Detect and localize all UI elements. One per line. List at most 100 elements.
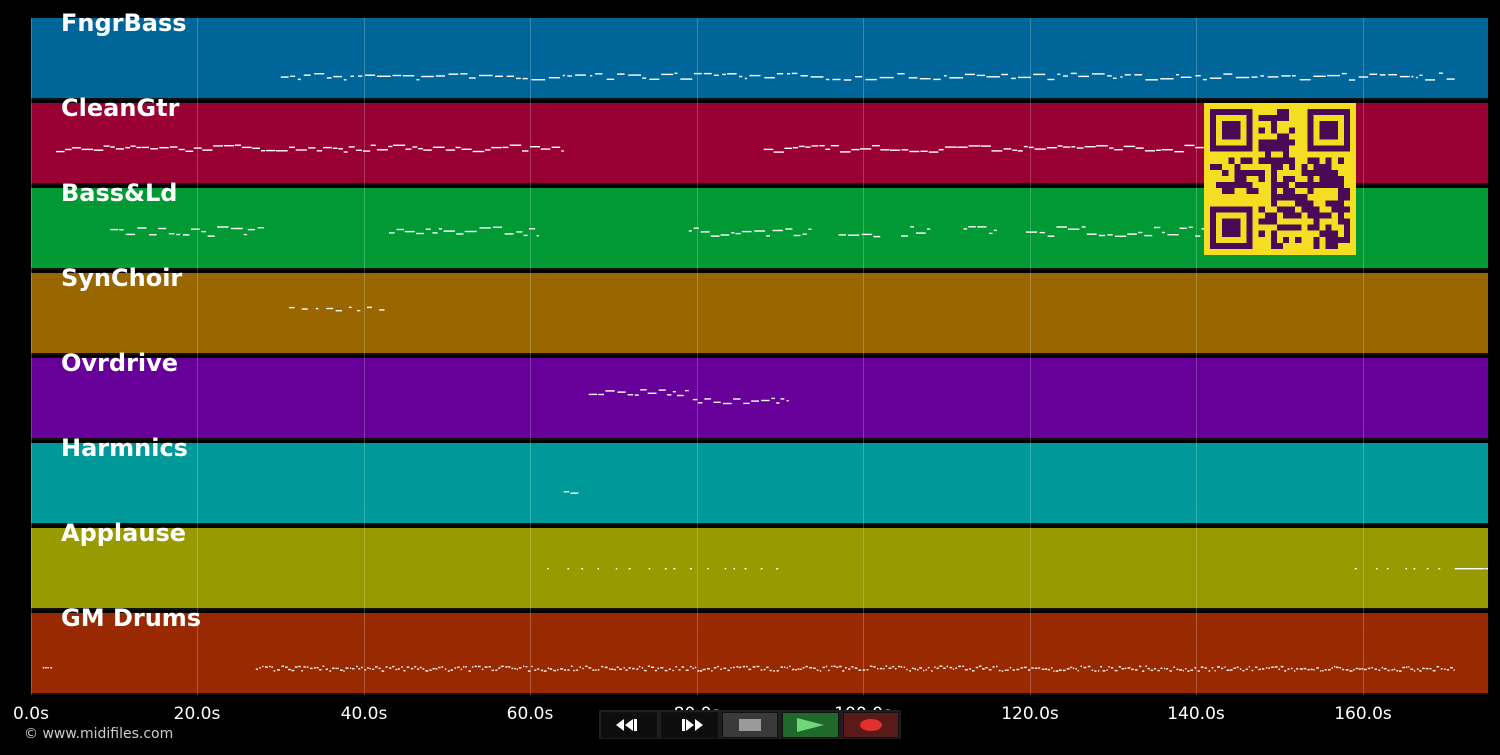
note: [416, 79, 420, 81]
qr-module: [1270, 230, 1277, 237]
qr-module: [1240, 145, 1247, 152]
note: [727, 73, 737, 75]
track-fngrbass[interactable]: FngrBass: [31, 9, 1488, 100]
qr-module: [1307, 212, 1314, 219]
note: [1087, 665, 1091, 668]
note: [742, 665, 746, 668]
note: [883, 668, 885, 670]
qr-module: [1307, 139, 1314, 146]
note: [534, 669, 537, 671]
rewind-button[interactable]: [601, 711, 658, 738]
note: [822, 666, 825, 669]
note: [1001, 73, 1008, 76]
note: [1450, 667, 1453, 669]
note: [785, 228, 793, 230]
qr-module: [1246, 133, 1253, 140]
note: [933, 78, 941, 81]
qr-module: [1258, 169, 1265, 176]
qr-module: [1313, 236, 1320, 243]
note: [1056, 226, 1067, 228]
note: [405, 148, 412, 150]
note: [1248, 666, 1251, 668]
note: [335, 310, 342, 312]
track-gmdrums[interactable]: GM Drums: [31, 604, 1488, 695]
note: [791, 668, 795, 671]
note: [1108, 666, 1110, 668]
note: [485, 149, 491, 151]
note: [252, 147, 261, 149]
note: [1226, 669, 1230, 671]
note: [350, 75, 354, 77]
note: [1224, 666, 1226, 668]
qr-module: [1295, 182, 1302, 189]
note: [880, 149, 890, 151]
qr-module: [1307, 169, 1314, 176]
note: [303, 74, 311, 76]
note: [290, 75, 296, 77]
record-button[interactable]: [842, 711, 900, 738]
qr-module: [1228, 145, 1235, 152]
note: [579, 666, 581, 668]
stop-button[interactable]: [721, 711, 779, 738]
track-applause[interactable]: Applause: [31, 519, 1488, 610]
note: [910, 226, 914, 228]
note: [314, 73, 325, 75]
note: [468, 670, 471, 672]
qr-module: [1283, 224, 1290, 231]
qr-module: [1337, 200, 1344, 207]
note: [388, 145, 393, 148]
track-harmnics[interactable]: Harmnics: [31, 434, 1488, 525]
note: [977, 226, 987, 228]
note: [1233, 667, 1236, 669]
note: [455, 146, 461, 149]
note: [540, 148, 551, 150]
qr-module: [1246, 157, 1253, 164]
qr-module: [1325, 224, 1332, 231]
track-synchoir[interactable]: SynChoir: [31, 264, 1488, 355]
note: [332, 147, 338, 149]
note: [562, 74, 565, 77]
note: [989, 232, 993, 235]
note: [345, 667, 349, 669]
track-ovrdrive[interactable]: Ovrdrive: [31, 349, 1488, 440]
note: [877, 668, 879, 670]
qr-module: [1295, 224, 1302, 231]
note: [825, 78, 830, 81]
note: [504, 233, 514, 235]
note: [704, 398, 711, 400]
note: [481, 668, 484, 671]
note: [1454, 568, 1485, 570]
note: [1098, 670, 1100, 672]
note: [760, 669, 763, 671]
note: [1328, 669, 1331, 671]
note: [381, 670, 385, 672]
note: [432, 668, 435, 670]
qr-module: [1307, 109, 1314, 116]
qr-module: [1313, 182, 1320, 189]
note: [241, 146, 252, 149]
note: [1324, 669, 1327, 671]
note: [516, 231, 523, 233]
note: [1077, 670, 1079, 672]
note: [871, 145, 880, 147]
qr-module: [1325, 163, 1332, 170]
note: [1115, 235, 1127, 237]
note: [772, 229, 783, 232]
qr-module: [1210, 242, 1217, 249]
note: [934, 666, 936, 668]
note: [492, 226, 502, 228]
note: [1091, 669, 1094, 671]
qr-module: [1343, 218, 1350, 225]
note: [613, 668, 616, 671]
note: [379, 309, 385, 311]
note: [1051, 667, 1053, 669]
play-button[interactable]: [782, 711, 839, 738]
fast-forward-button[interactable]: [661, 711, 718, 738]
note: [573, 669, 575, 672]
note: [869, 665, 873, 667]
note: [1154, 226, 1161, 229]
note: [1204, 667, 1207, 669]
qr-module: [1343, 236, 1350, 243]
note: [570, 492, 579, 494]
note: [323, 146, 332, 149]
